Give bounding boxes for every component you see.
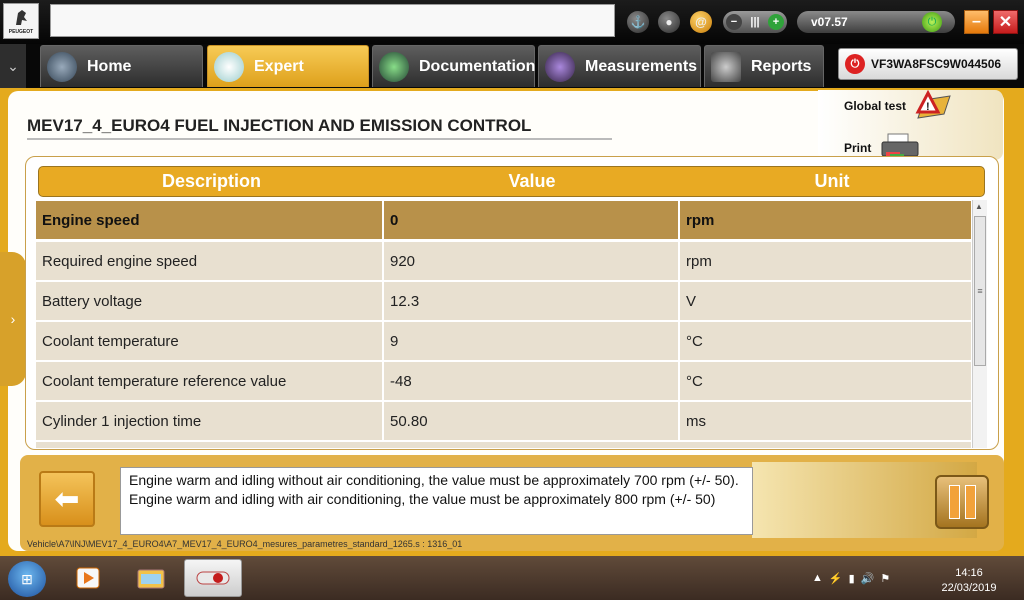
- cell-unit: °C: [680, 322, 971, 360]
- scroll-up-icon[interactable]: ▲: [975, 202, 983, 211]
- at-sign-icon[interactable]: @: [690, 11, 712, 33]
- cell-unit: °C: [680, 362, 971, 400]
- table-row[interactable]: Engine speed 0 rpm: [36, 201, 971, 239]
- app-icon: [196, 571, 230, 585]
- vin-button[interactable]: ⏻ VF3WA8FSC9W044506: [838, 48, 1018, 80]
- diagnostic-app-button[interactable]: [184, 559, 242, 597]
- table-row[interactable]: Coolant temperature reference value -48 …: [36, 362, 971, 400]
- column-header-value: Value: [508, 171, 556, 191]
- close-button[interactable]: ✕: [993, 10, 1018, 34]
- cell-value: 0: [384, 201, 680, 239]
- chevron-right-icon: ›: [10, 311, 16, 327]
- table-row[interactable]: Cylinder 1 injection time 50.80 ms: [36, 402, 971, 440]
- page-title: MEV17_4_EURO4 FUEL INJECTION AND EMISSIO…: [27, 116, 612, 140]
- tab-home[interactable]: Home: [40, 45, 203, 87]
- cell-description: Cylinder 1 injection time: [36, 402, 384, 440]
- cell-description: Coolant temperature reference value: [36, 362, 384, 400]
- tab-label: Measurements: [585, 57, 698, 75]
- script-path: Vehicle\A7\INJ\MEV17_4_EURO4\A7_MEV17_4_…: [27, 539, 463, 549]
- svg-text:!: !: [926, 101, 930, 113]
- wave-icon: [545, 51, 575, 82]
- minus-icon: −: [726, 14, 742, 30]
- connection-toggle[interactable]: − ||| +: [723, 11, 787, 33]
- network-alert-icon[interactable]: ⚡: [829, 572, 843, 585]
- plus-icon: +: [767, 14, 784, 30]
- cell-description: Required engine speed: [36, 242, 384, 280]
- table-header: Description Value Unit: [38, 166, 985, 197]
- folder-icon: [137, 569, 165, 589]
- tab-label: Reports: [751, 57, 812, 75]
- table-row[interactable]: Required engine speed 920 rpm: [36, 242, 971, 280]
- action-panel: Global test ! Print: [818, 90, 1003, 162]
- book-icon: [379, 51, 409, 82]
- cell-value: 920: [384, 242, 680, 280]
- cell-description: Battery voltage: [36, 282, 384, 320]
- scrollbar-thumb[interactable]: ≡: [974, 216, 986, 366]
- table-row[interactable]: Coolant temperature 9 °C: [36, 322, 971, 360]
- chevron-down-icon: ⌄: [7, 57, 19, 74]
- lion-icon: [16, 10, 27, 25]
- tab-documentation[interactable]: Documentation: [372, 45, 535, 87]
- magnifier-icon: [214, 51, 244, 82]
- flag-icon[interactable]: ⚑: [880, 572, 890, 585]
- home-icon: [47, 51, 77, 82]
- search-input[interactable]: [50, 4, 615, 37]
- print-button[interactable]: Print: [844, 141, 871, 155]
- minimize-button[interactable]: –: [964, 10, 989, 34]
- side-panel-toggle[interactable]: ›: [0, 252, 26, 386]
- tab-label: Expert: [254, 57, 304, 75]
- table-row[interactable]: Battery voltage 12.3 V: [36, 282, 971, 320]
- cell-description: Coolant temperature: [36, 322, 384, 360]
- back-button[interactable]: ⬅: [39, 471, 95, 527]
- clock-date: 22/03/2019: [941, 582, 997, 594]
- table-row-partial: [36, 442, 971, 448]
- cell-unit: rpm: [680, 201, 971, 239]
- pause-button[interactable]: [935, 475, 989, 529]
- windows-logo-icon: ⊞: [21, 570, 33, 587]
- tray-expand-icon[interactable]: ▲: [812, 572, 823, 585]
- cell-value: 50.80: [384, 402, 680, 440]
- tab-label: Home: [87, 57, 132, 75]
- clock-time: 14:16: [955, 567, 983, 579]
- nav-menu-button[interactable]: ⌄: [0, 44, 26, 88]
- file-explorer-button[interactable]: [129, 561, 173, 595]
- tab-expert[interactable]: Expert: [207, 45, 369, 87]
- help-message: Engine warm and idling without air condi…: [120, 467, 753, 535]
- status-light-icon: ⏻: [922, 12, 942, 32]
- tab-label: Documentation: [419, 57, 536, 75]
- brand-label: PEUGEOT: [8, 29, 34, 35]
- vin-label: VF3WA8FSC9W044506: [871, 57, 1002, 71]
- arrow-left-icon: ⬅: [54, 482, 80, 516]
- column-header-description: Description: [161, 171, 262, 191]
- system-tray: ▲ ⚡ ▮ 🔊 ⚑: [812, 572, 890, 585]
- global-test-label: Global test: [844, 99, 907, 113]
- device-icon[interactable]: ▮: [849, 572, 855, 585]
- cell-description: Engine speed: [36, 201, 384, 239]
- warning-icon: !: [915, 90, 951, 119]
- cell-unit: rpm: [680, 242, 971, 280]
- start-button[interactable]: ⊞: [8, 561, 46, 597]
- media-player-button[interactable]: [66, 561, 110, 595]
- signal-bars-icon: |||: [750, 16, 760, 28]
- power-icon: ⏻: [845, 54, 865, 74]
- column-header-unit: Unit: [814, 171, 850, 191]
- print-label: Print: [844, 141, 872, 155]
- tab-reports[interactable]: Reports: [704, 45, 824, 87]
- cell-unit: V: [680, 282, 971, 320]
- tab-measurements[interactable]: Measurements: [538, 45, 701, 87]
- peugeot-logo: PEUGEOT: [3, 3, 39, 39]
- cell-value: 12.3: [384, 282, 680, 320]
- global-test-button[interactable]: Global test: [844, 99, 906, 113]
- anchor-icon[interactable]: ⚓: [627, 11, 649, 33]
- media-player-icon: [76, 567, 100, 589]
- user-icon[interactable]: ●: [658, 11, 680, 33]
- cell-unit: ms: [680, 402, 971, 440]
- report-icon: [711, 51, 741, 82]
- pause-bar-icon: [964, 485, 976, 519]
- cell-value: -48: [384, 362, 680, 400]
- clock[interactable]: 14:16 22/03/2019: [930, 566, 1008, 596]
- volume-icon[interactable]: 🔊: [861, 572, 875, 585]
- cell-value: 9: [384, 322, 680, 360]
- pause-bar-icon: [948, 485, 960, 519]
